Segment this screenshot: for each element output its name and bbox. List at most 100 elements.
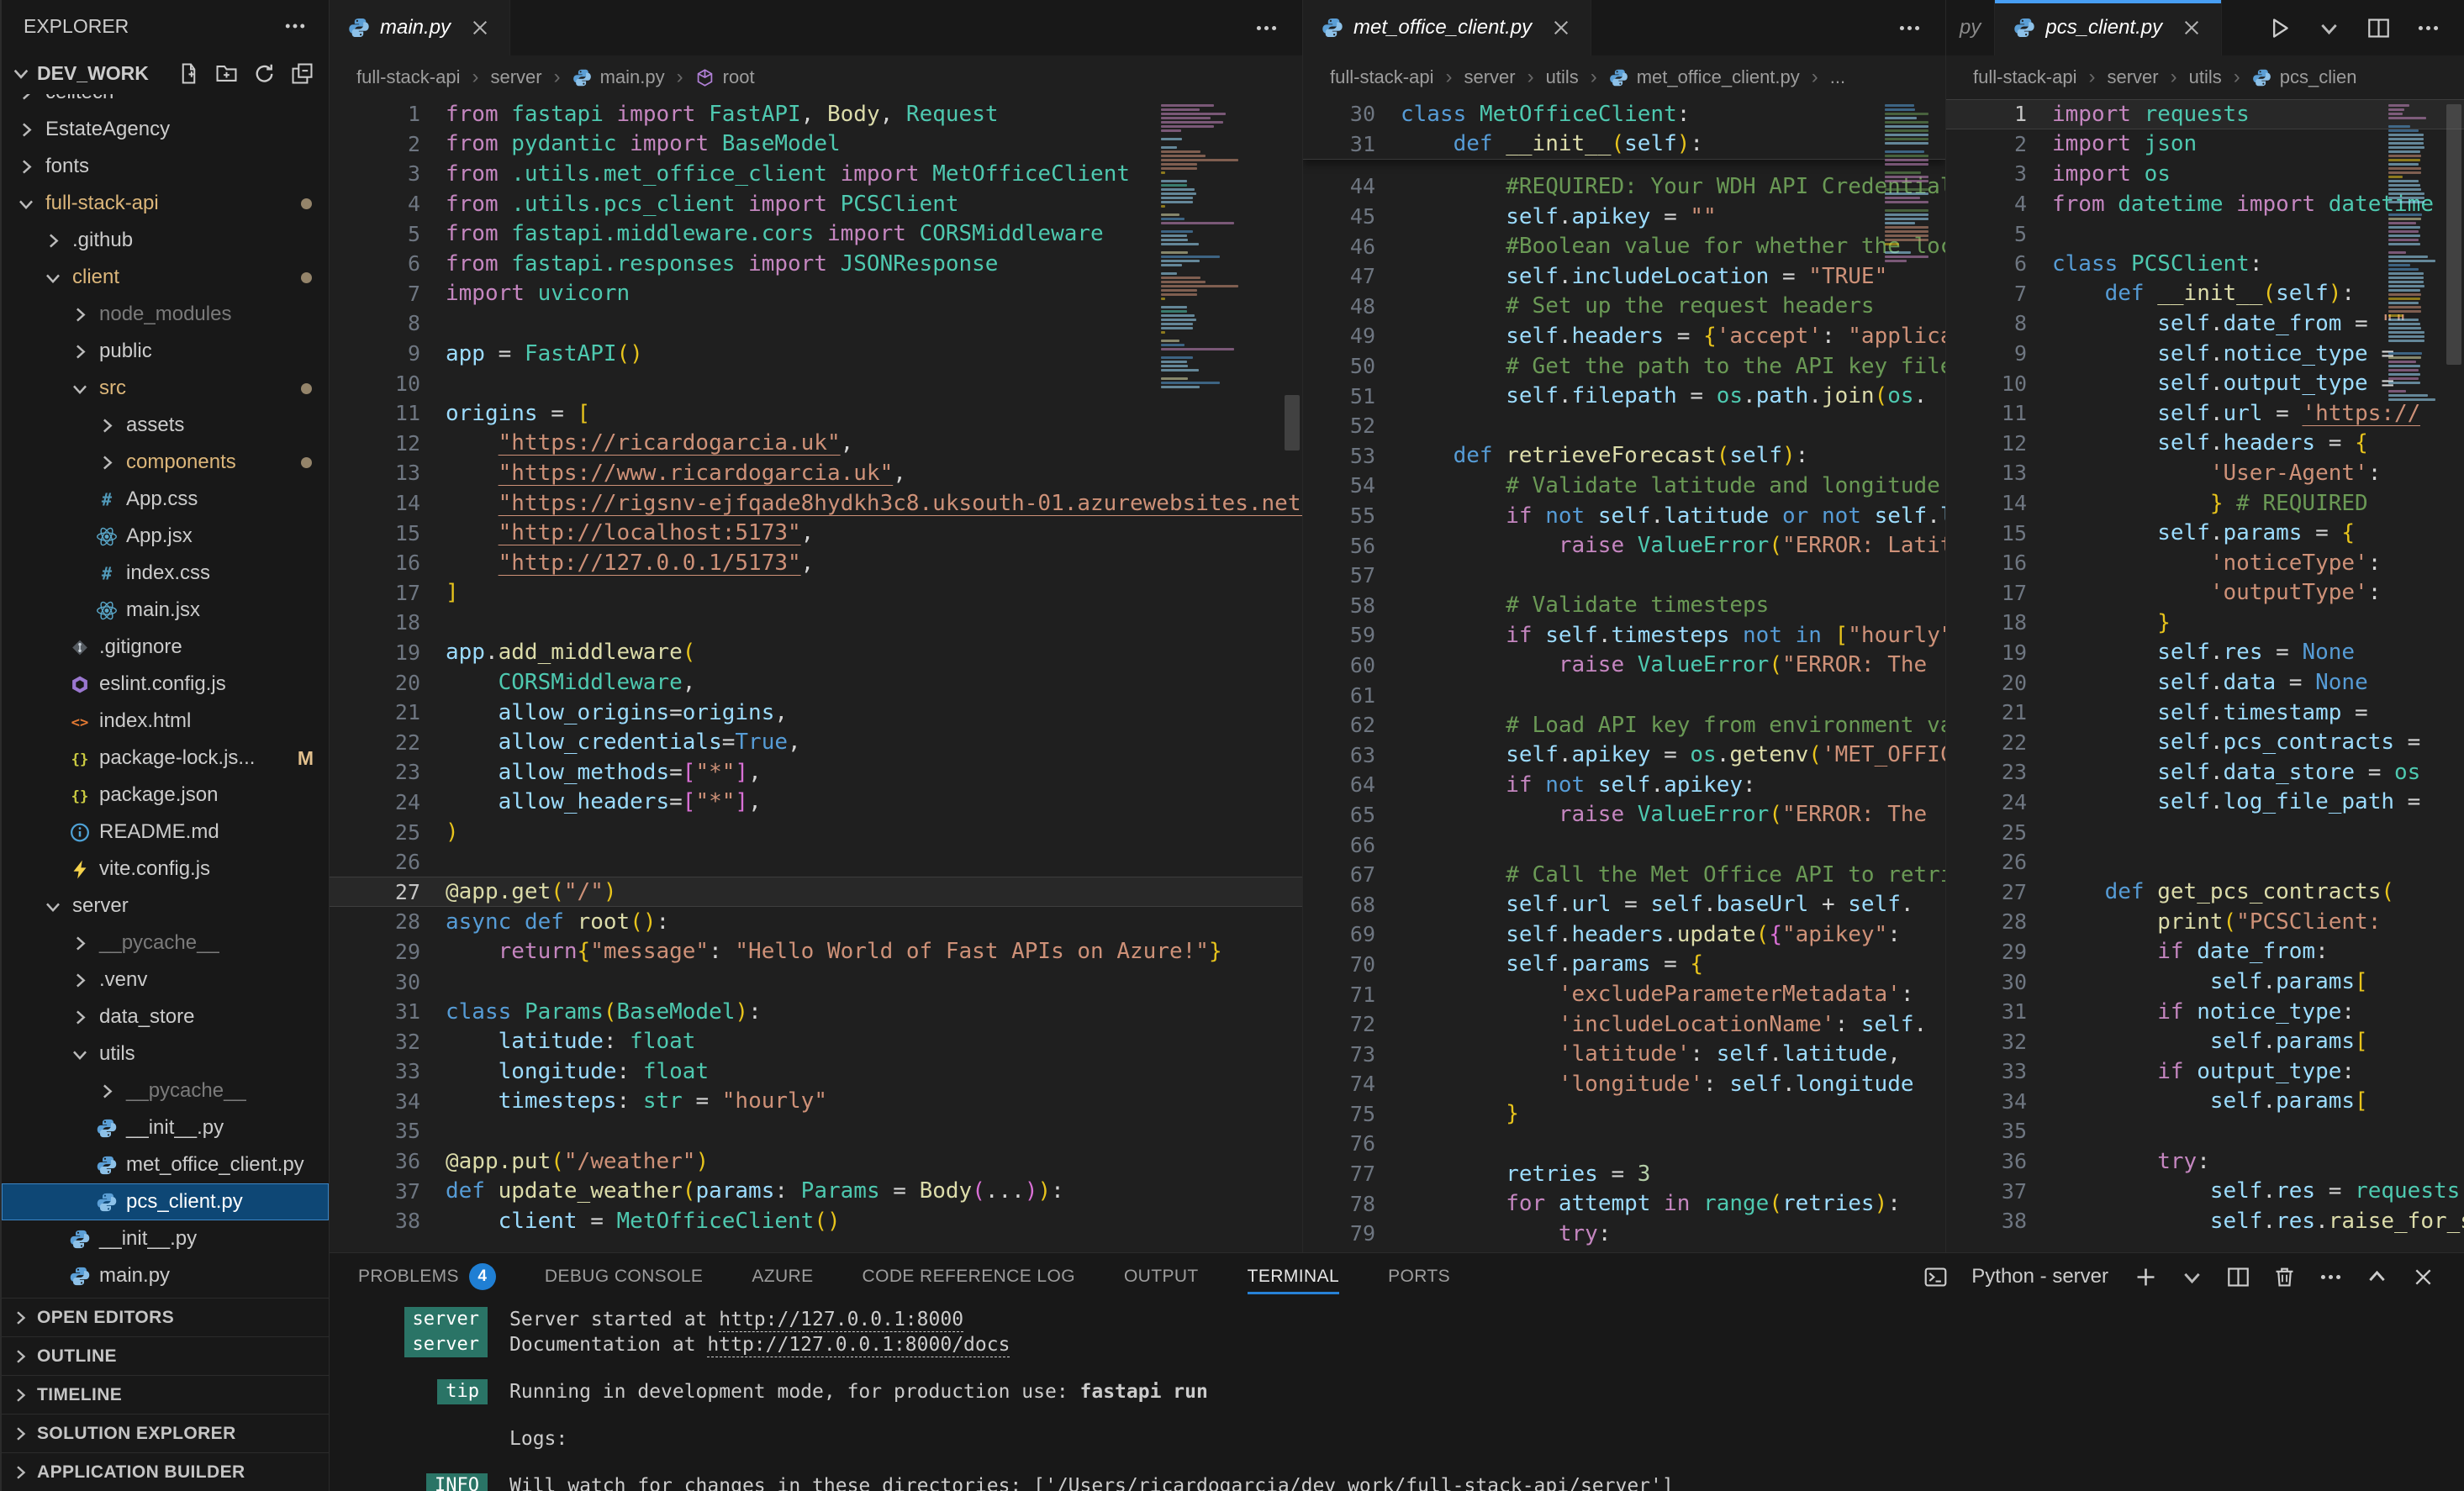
code-line[interactable]: 44 #REQUIRED: Your WDH API Credentials (1303, 171, 1945, 202)
code-line[interactable]: 64 if not self.apikey: (1303, 770, 1945, 800)
code-line[interactable]: 6class PCSClient: (1946, 249, 2464, 279)
tab-partial[interactable]: py (1946, 0, 1995, 55)
code-line[interactable]: 2import json (1946, 129, 2464, 160)
code-line[interactable]: 56 raise ValueError("ERROR: Latitude (1303, 530, 1945, 561)
tree-item-utils[interactable]: utils (2, 1035, 329, 1072)
tree-item-data_store[interactable]: data_store (2, 998, 329, 1035)
code-line[interactable]: 22 self.pcs_contracts = (1946, 727, 2464, 757)
tree-item-index.html[interactable]: <>index.html (2, 703, 329, 740)
close-tab-icon[interactable] (1550, 17, 1572, 39)
maximize-terminal-button[interactable] (2365, 1265, 2389, 1289)
code-line[interactable]: 75 } (1303, 1099, 1945, 1130)
breadcrumb-item[interactable]: server (490, 66, 541, 88)
code-line[interactable]: 33 if output_type: (1946, 1056, 2464, 1087)
terminal-output[interactable]: serverServer started at http://127.0.0.1… (330, 1300, 2464, 1491)
code-line[interactable]: 15 self.params = { (1946, 518, 2464, 548)
breadcrumb-item[interactable]: server (2107, 66, 2158, 88)
tree-item-package.json[interactable]: {}package.json (2, 777, 329, 814)
panel-tab-azure[interactable]: AZURE (752, 1253, 813, 1300)
code-line[interactable]: 34 timesteps: str = "hourly" (330, 1087, 1302, 1117)
code-line[interactable]: 38 client = MetOfficeClient() (330, 1206, 1302, 1236)
code-line[interactable]: 8 self.date_from = "" (1946, 308, 2464, 339)
code-line[interactable]: 59 if self.timesteps not in ["hourly" (1303, 620, 1945, 651)
code-line[interactable]: 9app = FastAPI() (330, 339, 1302, 369)
code-line[interactable]: 28 print("PCSClient: (1946, 907, 2464, 937)
code-line[interactable]: 57 (1303, 561, 1945, 591)
code-line[interactable]: 54 # Validate latitude and longitude (1303, 471, 1945, 501)
more-terminal-button[interactable] (2319, 1265, 2343, 1289)
tab-pcs_client.py[interactable]: pcs_client.py (1995, 0, 2222, 55)
code-line[interactable]: 35 (330, 1116, 1302, 1146)
panel-tab-debug-console[interactable]: DEBUG CONSOLE (545, 1253, 703, 1300)
panel-tab-problems[interactable]: PROBLEMS4 (358, 1253, 496, 1300)
code-line[interactable]: 15 "http://localhost:5173", (330, 518, 1302, 548)
new-folder-button[interactable] (215, 62, 238, 85)
code-line[interactable]: 38 self.res.raise_for_status (1946, 1206, 2464, 1236)
code-line[interactable]: 35 (1946, 1116, 2464, 1146)
code-line[interactable]: 71 'excludeParameterMetadata': (1303, 979, 1945, 1009)
code-line[interactable]: 23 allow_methods=["*"], (330, 757, 1302, 788)
code-line[interactable]: 30 (330, 967, 1302, 997)
code-line[interactable]: 25) (330, 817, 1302, 847)
tree-item-client[interactable]: client (2, 259, 329, 296)
panel-tab-terminal[interactable]: TERMINAL (1248, 1253, 1339, 1300)
more-button[interactable] (1254, 16, 1279, 40)
tree-item-__init__.py[interactable]: __init__.py (2, 1220, 329, 1257)
new-file-button[interactable] (177, 62, 200, 85)
tree-item-pcs_client.py[interactable]: pcs_client.py (2, 1183, 329, 1220)
code-line[interactable]: 8 (330, 308, 1302, 339)
tree-item-full-stack-api[interactable]: full-stack-api (2, 185, 329, 222)
code-line[interactable]: 11 self.url = 'https:// (1946, 398, 2464, 429)
code-line[interactable]: 29 if date_from: (1946, 937, 2464, 967)
code-line[interactable]: 70 self.params = { (1303, 950, 1945, 980)
code-line[interactable]: 22 allow_credentials=True, (330, 727, 1302, 757)
code-line[interactable]: 9 self.notice_type = (1946, 339, 2464, 369)
run-button[interactable] (2267, 16, 2292, 40)
code-line[interactable]: 5 (1946, 219, 2464, 249)
code-line[interactable]: 24 allow_headers=["*"], (330, 788, 1302, 818)
tree-item-main.jsx[interactable]: main.jsx (2, 592, 329, 629)
more-button[interactable] (2416, 16, 2440, 40)
code-line[interactable]: 32 self.params[ (1946, 1026, 2464, 1056)
code-line[interactable]: 79 try: (1303, 1219, 1945, 1249)
tree-item-assets[interactable]: assets (2, 407, 329, 444)
code-line[interactable]: 47 self.includeLocation = "TRUE" (1303, 261, 1945, 292)
minimap[interactable] (1885, 104, 1930, 262)
code-line[interactable]: 12 "https://ricardogarcia.uk", (330, 429, 1302, 459)
code-line[interactable]: 20 CORSMiddleware, (330, 667, 1302, 698)
tree-item-EstateAgency[interactable]: EstateAgency (2, 111, 329, 148)
code-line[interactable]: 25 (1946, 817, 2464, 847)
code-line[interactable]: 21 self.timestamp = (1946, 698, 2464, 728)
code-line[interactable]: 32 latitude: float (330, 1026, 1302, 1056)
tree-item-fonts[interactable]: fonts (2, 148, 329, 185)
collapse-all-button[interactable] (291, 62, 314, 85)
code-line[interactable]: 36 try: (1946, 1146, 2464, 1177)
code-line[interactable]: 34 self.params[ (1946, 1087, 2464, 1117)
code-line[interactable]: 28async def root(): (330, 907, 1302, 937)
code-line[interactable]: 11origins = [ (330, 398, 1302, 429)
code-line[interactable]: 26 (1946, 847, 2464, 877)
tree-item-main.py[interactable]: main.py (2, 1257, 329, 1294)
code-line[interactable]: 19 self.res = None (1946, 638, 2464, 668)
code-line[interactable]: 55 if not self.latitude or not self.long… (1303, 501, 1945, 531)
code-line[interactable]: 30 self.params[ (1946, 967, 2464, 997)
close-terminal-button[interactable] (2411, 1265, 2435, 1289)
panel-tab-code-reference-log[interactable]: CODE REFERENCE LOG (863, 1253, 1075, 1300)
code-line[interactable]: 13 "https://www.ricardogarcia.uk", (330, 458, 1302, 488)
breadcrumb-item[interactable]: full-stack-api (1330, 66, 1433, 88)
breadcrumb-item[interactable]: ... (1830, 66, 1845, 88)
code-line[interactable]: 1import requests (1946, 99, 2464, 129)
breadcrumb-item[interactable]: full-stack-api (1973, 66, 2076, 88)
breadcrumb-item[interactable]: utils (2189, 66, 2222, 88)
minimap[interactable] (2388, 104, 2439, 401)
tree-item-components[interactable]: components (2, 444, 329, 481)
tree-item-src[interactable]: src (2, 370, 329, 407)
code-line[interactable]: 7 def __init__(self): (1946, 279, 2464, 309)
split-terminal-button[interactable] (2226, 1265, 2250, 1289)
tree-item-met_office_client.py[interactable]: met_office_client.py (2, 1146, 329, 1183)
tree-item-package-lock.js...[interactable]: {}package-lock.js...M (2, 740, 329, 777)
code-line[interactable]: 4from datetime import datetime (1946, 189, 2464, 219)
tab-met_office_client.py[interactable]: met_office_client.py (1303, 0, 1591, 55)
minimap[interactable] (1161, 104, 1241, 388)
panel-tab-output[interactable]: OUTPUT (1124, 1253, 1199, 1300)
